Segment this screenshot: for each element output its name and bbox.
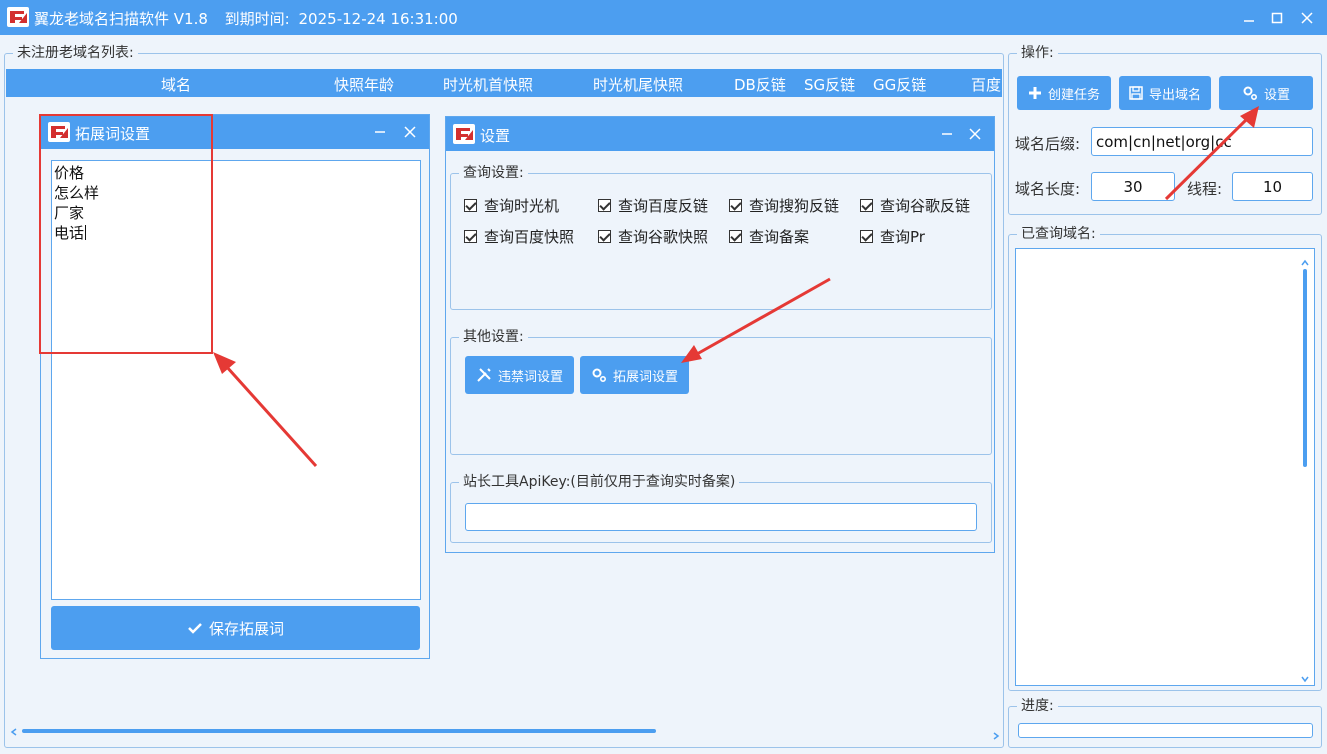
- save-ext-words-label: 保存拓展词: [208, 619, 284, 638]
- scroll-down-icon[interactable]: [1301, 671, 1309, 683]
- banned-words-label: 违禁词设置: [497, 369, 563, 385]
- checkbox-icon: [464, 199, 477, 212]
- col-db-backlinks[interactable]: DB反链: [734, 74, 786, 95]
- minimize-button[interactable]: [1238, 7, 1260, 29]
- gears-icon: [1242, 85, 1258, 101]
- checkbox-icon: [598, 199, 611, 212]
- gears-icon: [591, 367, 607, 383]
- title-bar: 翼龙老域名扫描软件 V1.8 到期时间: 2025-12-24 16:31:00: [0, 0, 1327, 35]
- create-task-label: 创建任务: [1047, 87, 1100, 103]
- app-logo-icon: [7, 7, 29, 27]
- domain-list-header: 域名 快照年龄 时光机首快照 时光机尾快照 DB反链 SG反链 GG反链 百度: [6, 69, 1002, 97]
- check-baidu-backlinks[interactable]: 查询百度反链: [598, 195, 708, 216]
- expiry-label: 到期时间:: [224, 10, 290, 28]
- queried-domains-title: 已查询域名:: [1017, 226, 1100, 242]
- length-input[interactable]: 30: [1091, 172, 1175, 201]
- col-domain[interactable]: 域名: [161, 74, 191, 95]
- plus-icon: [1028, 86, 1042, 100]
- export-domains-button[interactable]: 导出域名: [1119, 76, 1211, 110]
- col-wayback-first[interactable]: 时光机首快照: [443, 74, 533, 95]
- settings-button[interactable]: 设置: [1219, 76, 1313, 110]
- minimize-icon: [1244, 20, 1254, 22]
- check-wayback[interactable]: 查询时光机: [464, 195, 559, 216]
- export-domains-label: 导出域名: [1148, 87, 1201, 103]
- save-icon: [1129, 86, 1143, 100]
- check-google-backlinks[interactable]: 查询谷歌反链: [860, 195, 970, 216]
- checkbox-icon: [729, 199, 742, 212]
- threads-label: 线程:: [1187, 180, 1223, 198]
- ext-words-button[interactable]: 拓展词设置: [580, 356, 689, 394]
- settings-dialog-close-button[interactable]: [964, 123, 986, 145]
- close-icon: [404, 126, 416, 138]
- minimize-icon: [375, 131, 385, 133]
- minimize-icon: [942, 133, 952, 135]
- close-icon: [969, 128, 981, 140]
- ext-dialog-minimize-button[interactable]: [369, 121, 391, 143]
- window-title: 翼龙老域名扫描软件 V1.8 到期时间: 2025-12-24 16:31:00: [34, 8, 470, 29]
- scroll-right-icon[interactable]: [992, 728, 1000, 740]
- settings-label: 设置: [1263, 87, 1290, 103]
- settings-dialog-minimize-button[interactable]: [936, 123, 958, 145]
- ext-words-label: 拓展词设置: [612, 369, 678, 385]
- domain-list-title: 未注册老域名列表:: [13, 45, 138, 61]
- checkbox-icon: [729, 230, 742, 243]
- checkbox-icon: [598, 230, 611, 243]
- close-icon: [1301, 12, 1313, 24]
- threads-input[interactable]: 10: [1232, 172, 1313, 201]
- other-settings-title: 其他设置:: [459, 329, 528, 345]
- maximize-icon: [1271, 12, 1283, 24]
- progress-bar: [1018, 723, 1313, 738]
- col-baidu[interactable]: 百度: [971, 74, 1001, 95]
- settings-dialog: 设置 查询设置: 查询时光机 查询百度反链 查询搜狗反链 查询谷歌反链 查询百度…: [445, 116, 995, 553]
- annotation-highlight-box: [39, 114, 213, 354]
- queried-domains-list[interactable]: [1015, 248, 1315, 686]
- ext-dialog-close-button[interactable]: [399, 121, 421, 143]
- settings-dialog-titlebar: 设置: [446, 117, 994, 151]
- suffix-label: 域名后缀:: [1015, 135, 1081, 153]
- check-icon: [187, 621, 203, 635]
- col-gg-backlinks[interactable]: GG反链: [873, 74, 926, 95]
- app-logo-icon: [453, 124, 475, 144]
- save-ext-words-button[interactable]: 保存拓展词: [51, 606, 420, 650]
- apikey-input[interactable]: [465, 503, 977, 531]
- check-sogou-backlinks[interactable]: 查询搜狗反链: [729, 195, 839, 216]
- suffix-input[interactable]: com|cn|net|org|cc: [1091, 127, 1313, 156]
- tools-icon: [476, 367, 492, 383]
- progress-title: 进度:: [1017, 698, 1058, 714]
- check-pr[interactable]: 查询Pr: [860, 226, 925, 247]
- banned-words-button[interactable]: 违禁词设置: [465, 356, 574, 394]
- length-label: 域名长度:: [1015, 180, 1081, 198]
- scroll-left-icon[interactable]: [10, 728, 18, 736]
- checkbox-icon: [464, 230, 477, 243]
- maximize-button[interactable]: [1266, 7, 1288, 29]
- operations-title: 操作:: [1017, 45, 1058, 61]
- scroll-thumb[interactable]: [22, 729, 656, 733]
- col-sg-backlinks[interactable]: SG反链: [804, 74, 855, 95]
- query-settings-title: 查询设置:: [459, 165, 528, 181]
- expiry-value: 2025-12-24 16:31:00: [298, 10, 458, 28]
- create-task-button[interactable]: 创建任务: [1017, 76, 1111, 110]
- check-google-snapshot[interactable]: 查询谷歌快照: [598, 226, 708, 247]
- check-icp[interactable]: 查询备案: [729, 226, 809, 247]
- col-wayback-last[interactable]: 时光机尾快照: [593, 74, 683, 95]
- app-name: 翼龙老域名扫描软件 V1.8: [34, 10, 208, 28]
- col-snapshot-age[interactable]: 快照年龄: [334, 74, 394, 95]
- vertical-scroll-thumb[interactable]: [1303, 269, 1307, 467]
- checkbox-icon: [860, 230, 873, 243]
- settings-dialog-title: 设置: [480, 127, 511, 145]
- check-baidu-snapshot[interactable]: 查询百度快照: [464, 226, 574, 247]
- checkbox-icon: [860, 199, 873, 212]
- horizontal-scrollbar[interactable]: [10, 726, 1000, 740]
- apikey-title: 站长工具ApiKey:(目前仅用于查询实时备案): [459, 474, 740, 490]
- other-settings-group: 其他设置:: [450, 329, 992, 455]
- close-button[interactable]: [1296, 7, 1318, 29]
- scroll-up-icon[interactable]: [1301, 255, 1309, 266]
